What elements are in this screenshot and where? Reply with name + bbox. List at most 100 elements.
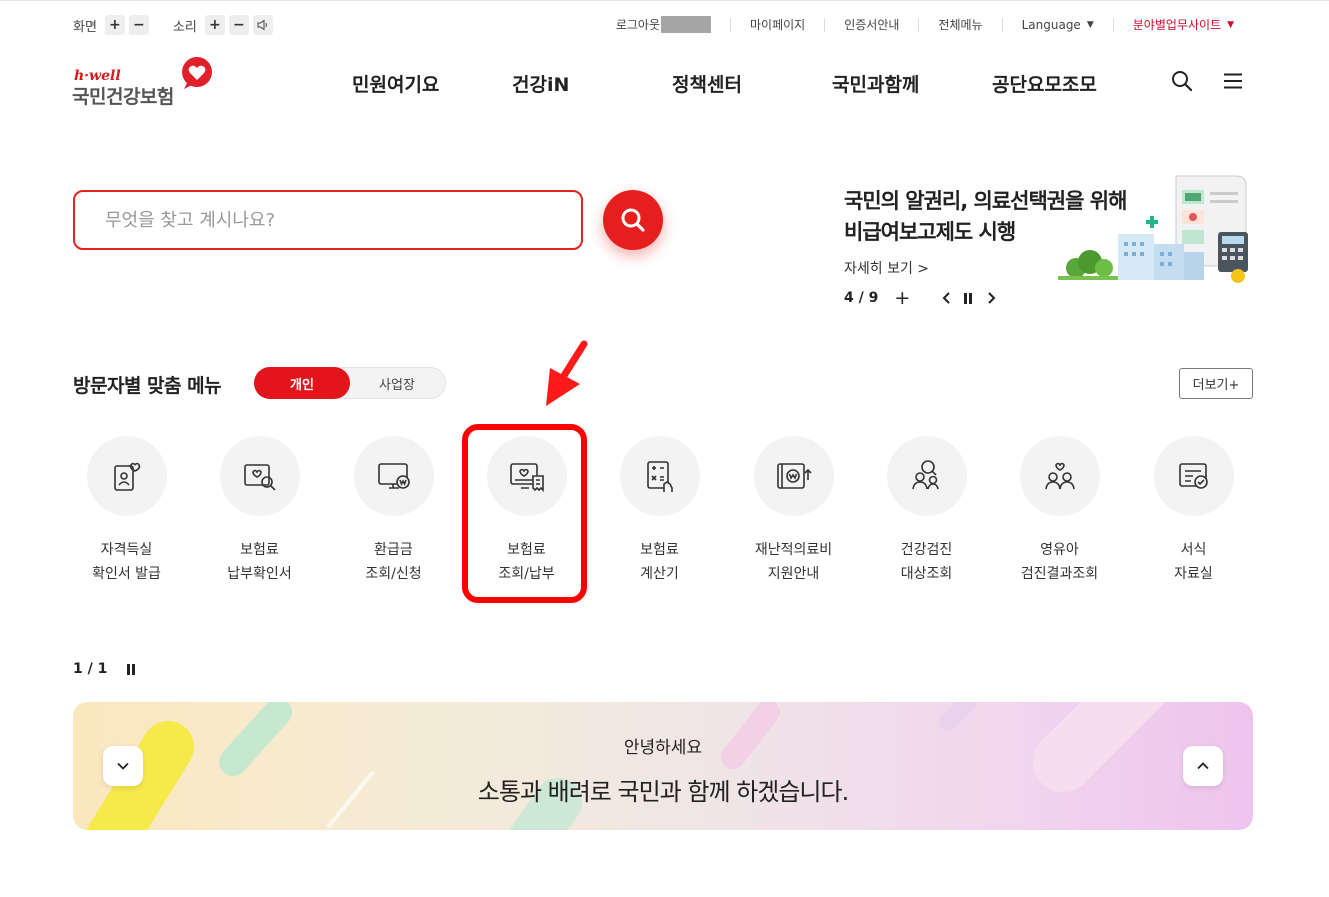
logo-name: 국민건강보험 [72,86,174,108]
menu-icon-circle [1153,436,1234,516]
banner-expand-button[interactable] [1183,746,1223,786]
all-menu-link[interactable]: 전체메뉴 [918,17,1001,32]
menu-label-line2: 조회/신청 [365,566,422,582]
sound-group: 소리 + − [173,15,277,35]
screen-zoom-in-button[interactable]: + [104,15,125,35]
menu-label-line1: 재난적의료비 [754,542,833,558]
menu-label-line1: 보험료 [640,542,679,558]
menu-page-indicator: 1 / 1 [73,661,108,677]
logout-label: 로그아웃 [615,17,661,32]
calculator-icon [646,461,673,492]
menu-item-catastrophic-medical[interactable]: 재난적의료비 지원안내 [727,436,860,586]
banner-decoration [86,702,1166,830]
sites-label: 분야별업무사이트 [1132,17,1222,32]
search-input[interactable] [75,192,581,248]
menu-label-line2: 계산기 [640,566,679,582]
menu-label-line2: 지원안내 [767,566,820,582]
chevron-up-icon [1197,762,1209,770]
pause-icon[interactable] [964,292,973,304]
screen-zoom-group: 화면 + − [73,15,153,35]
utility-links: 로그아웃 마이페이지 인증서안내 전체메뉴 Language ▼ 분야별업무사이트… [616,16,1253,33]
search-icon [621,208,645,232]
menu-label-line1: 영유아 [1040,542,1079,558]
menu-label-line2: 검진결과조회 [1020,566,1099,582]
pause-icon[interactable] [127,663,136,675]
menu-icon-circle [219,436,300,516]
menu-icon-circle [886,436,967,516]
menu-item-health-checkup[interactable]: 건강검진 대상조회 [860,436,993,586]
menu-label-line2: 확인서 발급 [92,566,161,582]
screen-zoom-out-button[interactable]: − [128,15,149,35]
nav-item-about[interactable]: 공단요모조모 [992,70,1097,97]
cert-guide-link[interactable]: 인증서안내 [824,17,918,32]
notice-illustration [1058,175,1248,283]
menu-item-refund[interactable]: 환급금 조회/신청 [327,436,460,586]
visitor-menu-title: 방문자별 맞춤 메뉴 [73,375,222,397]
hamburger-menu-icon[interactable] [1223,73,1243,89]
more-button[interactable]: 더보기+ [1179,368,1253,399]
menu-icon-circle [353,436,434,516]
accessibility-controls: 화면 + − 소리 + − [73,15,297,35]
id-card-icon [113,462,140,491]
nav-item-civil[interactable]: 민원여기요 [352,70,439,97]
menu-icon-circle [753,436,834,516]
won-support-icon [776,463,812,489]
menu-item-infant-checkup[interactable]: 영유아 검진결과조회 [993,436,1126,586]
sound-up-button[interactable]: + [204,15,225,35]
menu-pager: 1 / 1 [73,661,136,677]
chevron-right-icon[interactable] [986,291,996,305]
redacted-username [661,16,712,33]
search-field [73,190,583,250]
notice-add-button[interactable]: + [894,287,910,309]
people-search-icon [911,460,939,490]
caret-down-icon: ▼ [1086,19,1094,30]
site-logo[interactable]: h·well 국민건강보험 [72,56,222,110]
visitor-type-toggle: 개인 사업장 [254,367,446,399]
menu-icon-circle [1019,436,1100,516]
menu-label-line1: 서식 [1180,542,1207,558]
screen-zoom-label: 화면 [73,19,97,35]
greeting-banner: 안녕하세요 소통과 배려로 국민과 함께 하겠습니다. [73,702,1253,830]
family-icon [1044,462,1075,490]
caret-down-icon: ▼ [1227,19,1234,30]
heart-logo-icon [182,57,212,89]
monitor-won-icon [377,463,410,489]
notice-page-indicator: 4 / 9 [844,290,879,306]
menu-item-calculator[interactable]: 보험료 계산기 [593,436,726,586]
highlight-box [462,424,587,603]
language-select[interactable]: Language ▼ [1001,17,1113,32]
mypage-link[interactable]: 마이페이지 [730,17,824,32]
menu-icon-circle [86,436,167,516]
nav-item-together[interactable]: 국민과함께 [832,70,919,97]
menu-label-line2: 자료실 [1174,566,1213,582]
logout-link[interactable]: 로그아웃 [616,16,730,33]
utility-bar: 화면 + − 소리 + − 로그아웃 마이페이지 인증서안내 전체메뉴 Lang… [0,0,1329,48]
sound-label: 소리 [172,19,197,35]
menu-item-payment-certificate[interactable]: 보험료 납부확인서 [193,436,326,586]
menu-label-line2: 납부확인서 [227,566,292,582]
nav-item-policy[interactable]: 정책센터 [672,70,742,97]
speaker-icon[interactable] [252,15,273,35]
notice-controls: 4 / 9 + [844,287,1126,309]
menu-icon-circle [619,436,700,516]
menu-label-line1: 자격득실 [100,542,153,558]
tab-business[interactable]: 사업장 [349,368,445,398]
search-icon[interactable] [1171,70,1193,92]
tab-personal[interactable]: 개인 [254,367,350,399]
chevron-left-icon[interactable] [942,291,952,305]
menu-label-line1: 보험료 [240,542,279,558]
sites-select[interactable]: 분야별업무사이트 ▼ [1112,17,1253,32]
banner-greeting: 안녕하세요 [623,738,703,758]
search-button[interactable] [603,190,663,250]
menu-label-line1: 건강검진 [900,542,953,558]
menu-item-forms[interactable]: 서식 자료실 [1127,436,1260,586]
sound-down-button[interactable]: − [228,15,249,35]
menu-item-qualification[interactable]: 자격득실 확인서 발급 [60,436,193,586]
menu-label-line1: 환급금 [374,542,413,558]
form-check-icon [1178,463,1208,489]
annotation-arrow-icon [546,340,588,406]
language-label: Language [1021,17,1081,32]
menu-label-line2: 대상조회 [900,566,953,582]
nav-item-health[interactable]: 건강iN [512,70,569,97]
banner-message: 소통과 배려로 국민과 함께 하겠습니다. [477,778,849,806]
